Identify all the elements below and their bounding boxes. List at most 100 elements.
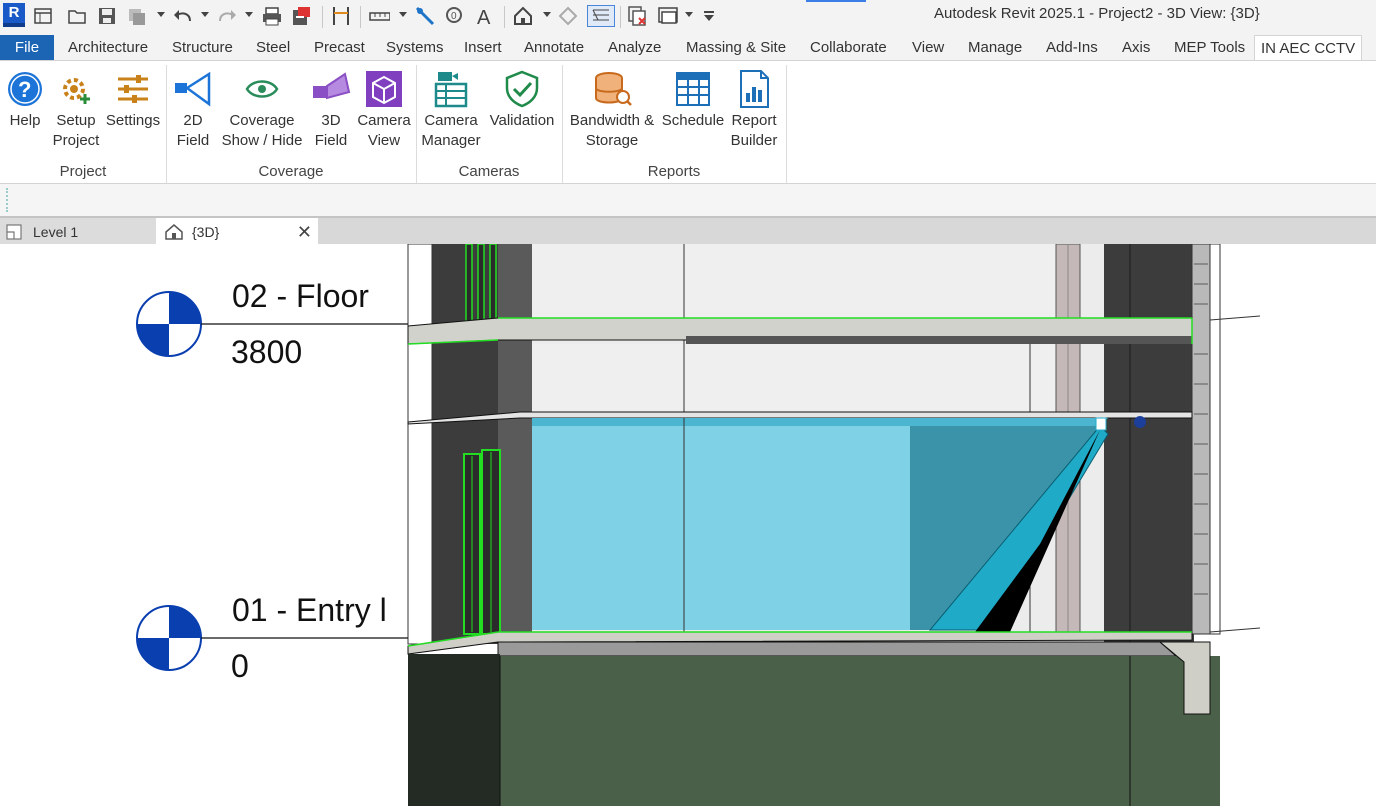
save-icon[interactable]: [96, 5, 118, 27]
camera-manager-button[interactable]: Camera Manager: [420, 67, 482, 151]
tag-icon[interactable]: [414, 5, 436, 27]
dimension-dropdown-icon[interactable]: [399, 12, 407, 17]
tab-systems[interactable]: Systems: [380, 35, 450, 60]
help-button[interactable]: ? Help: [4, 67, 46, 131]
tab-mep-tools[interactable]: MEP Tools: [1168, 35, 1251, 60]
open-icon[interactable]: [66, 5, 88, 27]
undo-dropdown-icon[interactable]: [201, 12, 209, 17]
camera-view-label: Camera View: [357, 112, 411, 149]
view-tab-level-1[interactable]: Level 1: [0, 218, 156, 246]
view-tab-3d[interactable]: {3D} ✕: [156, 218, 318, 246]
options-bar: [0, 184, 1376, 216]
window-title: Autodesk Revit 2025.1 - Project2 - 3D Vi…: [934, 5, 1260, 22]
ribbon-panel: ? Help Setup Project Settings Project 2D…: [0, 60, 1376, 184]
switch-windows-dropdown-icon[interactable]: [685, 12, 693, 17]
foundation-wall: [408, 654, 500, 806]
coverage-show-hide-button[interactable]: Coverage Show / Hide: [218, 67, 306, 151]
setup-project-label: Setup Project: [52, 112, 100, 149]
settings-icon: [113, 67, 153, 111]
report-builder-label: Report Builder: [730, 112, 778, 149]
coverage-show-hide-label: Coverage Show / Hide: [221, 112, 303, 149]
close-view-tab-icon[interactable]: ✕: [297, 222, 312, 243]
tab-manage[interactable]: Manage: [962, 35, 1028, 60]
schedule-button[interactable]: Schedule: [660, 67, 726, 131]
export-icon[interactable]: [290, 5, 312, 27]
building-section-drawing: [136, 244, 1261, 806]
text-icon[interactable]: A: [474, 5, 496, 27]
redo-icon[interactable]: [216, 5, 238, 27]
settings-button[interactable]: Settings: [104, 67, 162, 131]
3d-field-label: 3D Field: [314, 112, 348, 149]
window-frame-upper: [465, 244, 497, 325]
tab-annotate[interactable]: Annotate: [518, 35, 590, 60]
setup-project-button[interactable]: Setup Project: [50, 67, 102, 151]
switch-windows-icon[interactable]: [657, 5, 679, 27]
schedule-label: Schedule: [661, 112, 725, 129]
help-label: Help: [9, 112, 41, 129]
tab-steel[interactable]: Steel: [250, 35, 296, 60]
tab-add-ins[interactable]: Add-Ins: [1040, 35, 1104, 60]
undo-icon[interactable]: [172, 5, 194, 27]
bandwidth-storage-icon: [592, 67, 632, 111]
2d-field-icon: [173, 67, 213, 111]
tab-analyze[interactable]: Analyze: [602, 35, 667, 60]
3d-field-icon: [311, 67, 351, 111]
section-icon[interactable]: [557, 5, 579, 27]
3d-field-button[interactable]: 3D Field: [310, 67, 352, 151]
home-menu-icon[interactable]: [32, 5, 54, 27]
tab-view[interactable]: View: [906, 35, 950, 60]
floor-slab-02: [407, 315, 1261, 345]
camera-marker: [1134, 416, 1146, 428]
ground-block: [500, 656, 1220, 806]
3d-view-canvas[interactable]: 02 - Floor 3800 01 - Entry l 0: [0, 244, 1376, 806]
level-elevation-02: 3800: [231, 334, 303, 370]
tab-architecture[interactable]: Architecture: [62, 35, 154, 60]
panel-label-reports: Reports: [647, 163, 701, 180]
panel-label-project: Project: [59, 163, 107, 180]
setup-project-icon: [56, 67, 96, 111]
options-bar-grip: [6, 188, 9, 212]
report-builder-button[interactable]: Report Builder: [726, 67, 782, 151]
3d-view-dropdown-icon[interactable]: [543, 12, 551, 17]
tab-file[interactable]: File: [0, 35, 54, 60]
bandwidth-storage-button[interactable]: Bandwidth & Storage: [566, 67, 658, 151]
camera-view-button[interactable]: Camera View: [356, 67, 412, 151]
camera-manager-label: Camera Manager: [421, 112, 481, 149]
2d-field-label: 2D Field: [176, 112, 210, 149]
close-hidden-icon[interactable]: [627, 5, 649, 27]
customize-icon[interactable]: [698, 5, 720, 27]
3d-view-icon[interactable]: [512, 5, 534, 27]
redo-dropdown-icon[interactable]: [245, 12, 253, 17]
tab-massing-site[interactable]: Massing & Site: [680, 35, 792, 60]
sync-icon[interactable]: [126, 5, 148, 27]
validation-button[interactable]: Validation: [486, 67, 558, 131]
level-name-02: 02 - Floor: [232, 278, 369, 314]
bandwidth-storage-label: Bandwidth & Storage: [569, 112, 655, 149]
tag-all-icon[interactable]: 0: [444, 5, 466, 27]
ribbon-tab-bar: File Architecture Structure Steel Precas…: [0, 34, 1376, 61]
validation-shield-icon: [502, 67, 542, 111]
view-tab-label: Level 1: [33, 224, 79, 240]
thin-lines-icon[interactable]: [587, 5, 615, 27]
settings-label: Settings: [105, 112, 161, 129]
svg-text:A: A: [477, 7, 491, 27]
tab-precast[interactable]: Precast: [308, 35, 371, 60]
report-builder-icon: [734, 67, 774, 111]
tab-in-aec-cctv[interactable]: IN AEC CCTV: [1254, 35, 1363, 61]
sync-dropdown-icon[interactable]: [157, 12, 165, 17]
measure-icon[interactable]: [330, 5, 352, 27]
tab-structure[interactable]: Structure: [166, 35, 239, 60]
tab-collaborate[interactable]: Collaborate: [804, 35, 893, 60]
camera-manager-icon: [431, 67, 471, 111]
view-tab-bar: Level 1 {3D} ✕: [0, 216, 1376, 246]
panel-label-cameras: Cameras: [458, 163, 520, 180]
2d-field-button[interactable]: 2D Field: [172, 67, 214, 151]
revit-logo-icon[interactable]: R: [3, 3, 25, 27]
3d-house-icon: [164, 223, 184, 241]
panel-label-coverage: Coverage: [258, 163, 324, 180]
tab-axis[interactable]: Axis: [1116, 35, 1156, 60]
dimension-icon[interactable]: [368, 5, 390, 27]
coverage-eye-icon: [242, 67, 282, 111]
tab-insert[interactable]: Insert: [458, 35, 508, 60]
print-icon[interactable]: [261, 5, 283, 27]
